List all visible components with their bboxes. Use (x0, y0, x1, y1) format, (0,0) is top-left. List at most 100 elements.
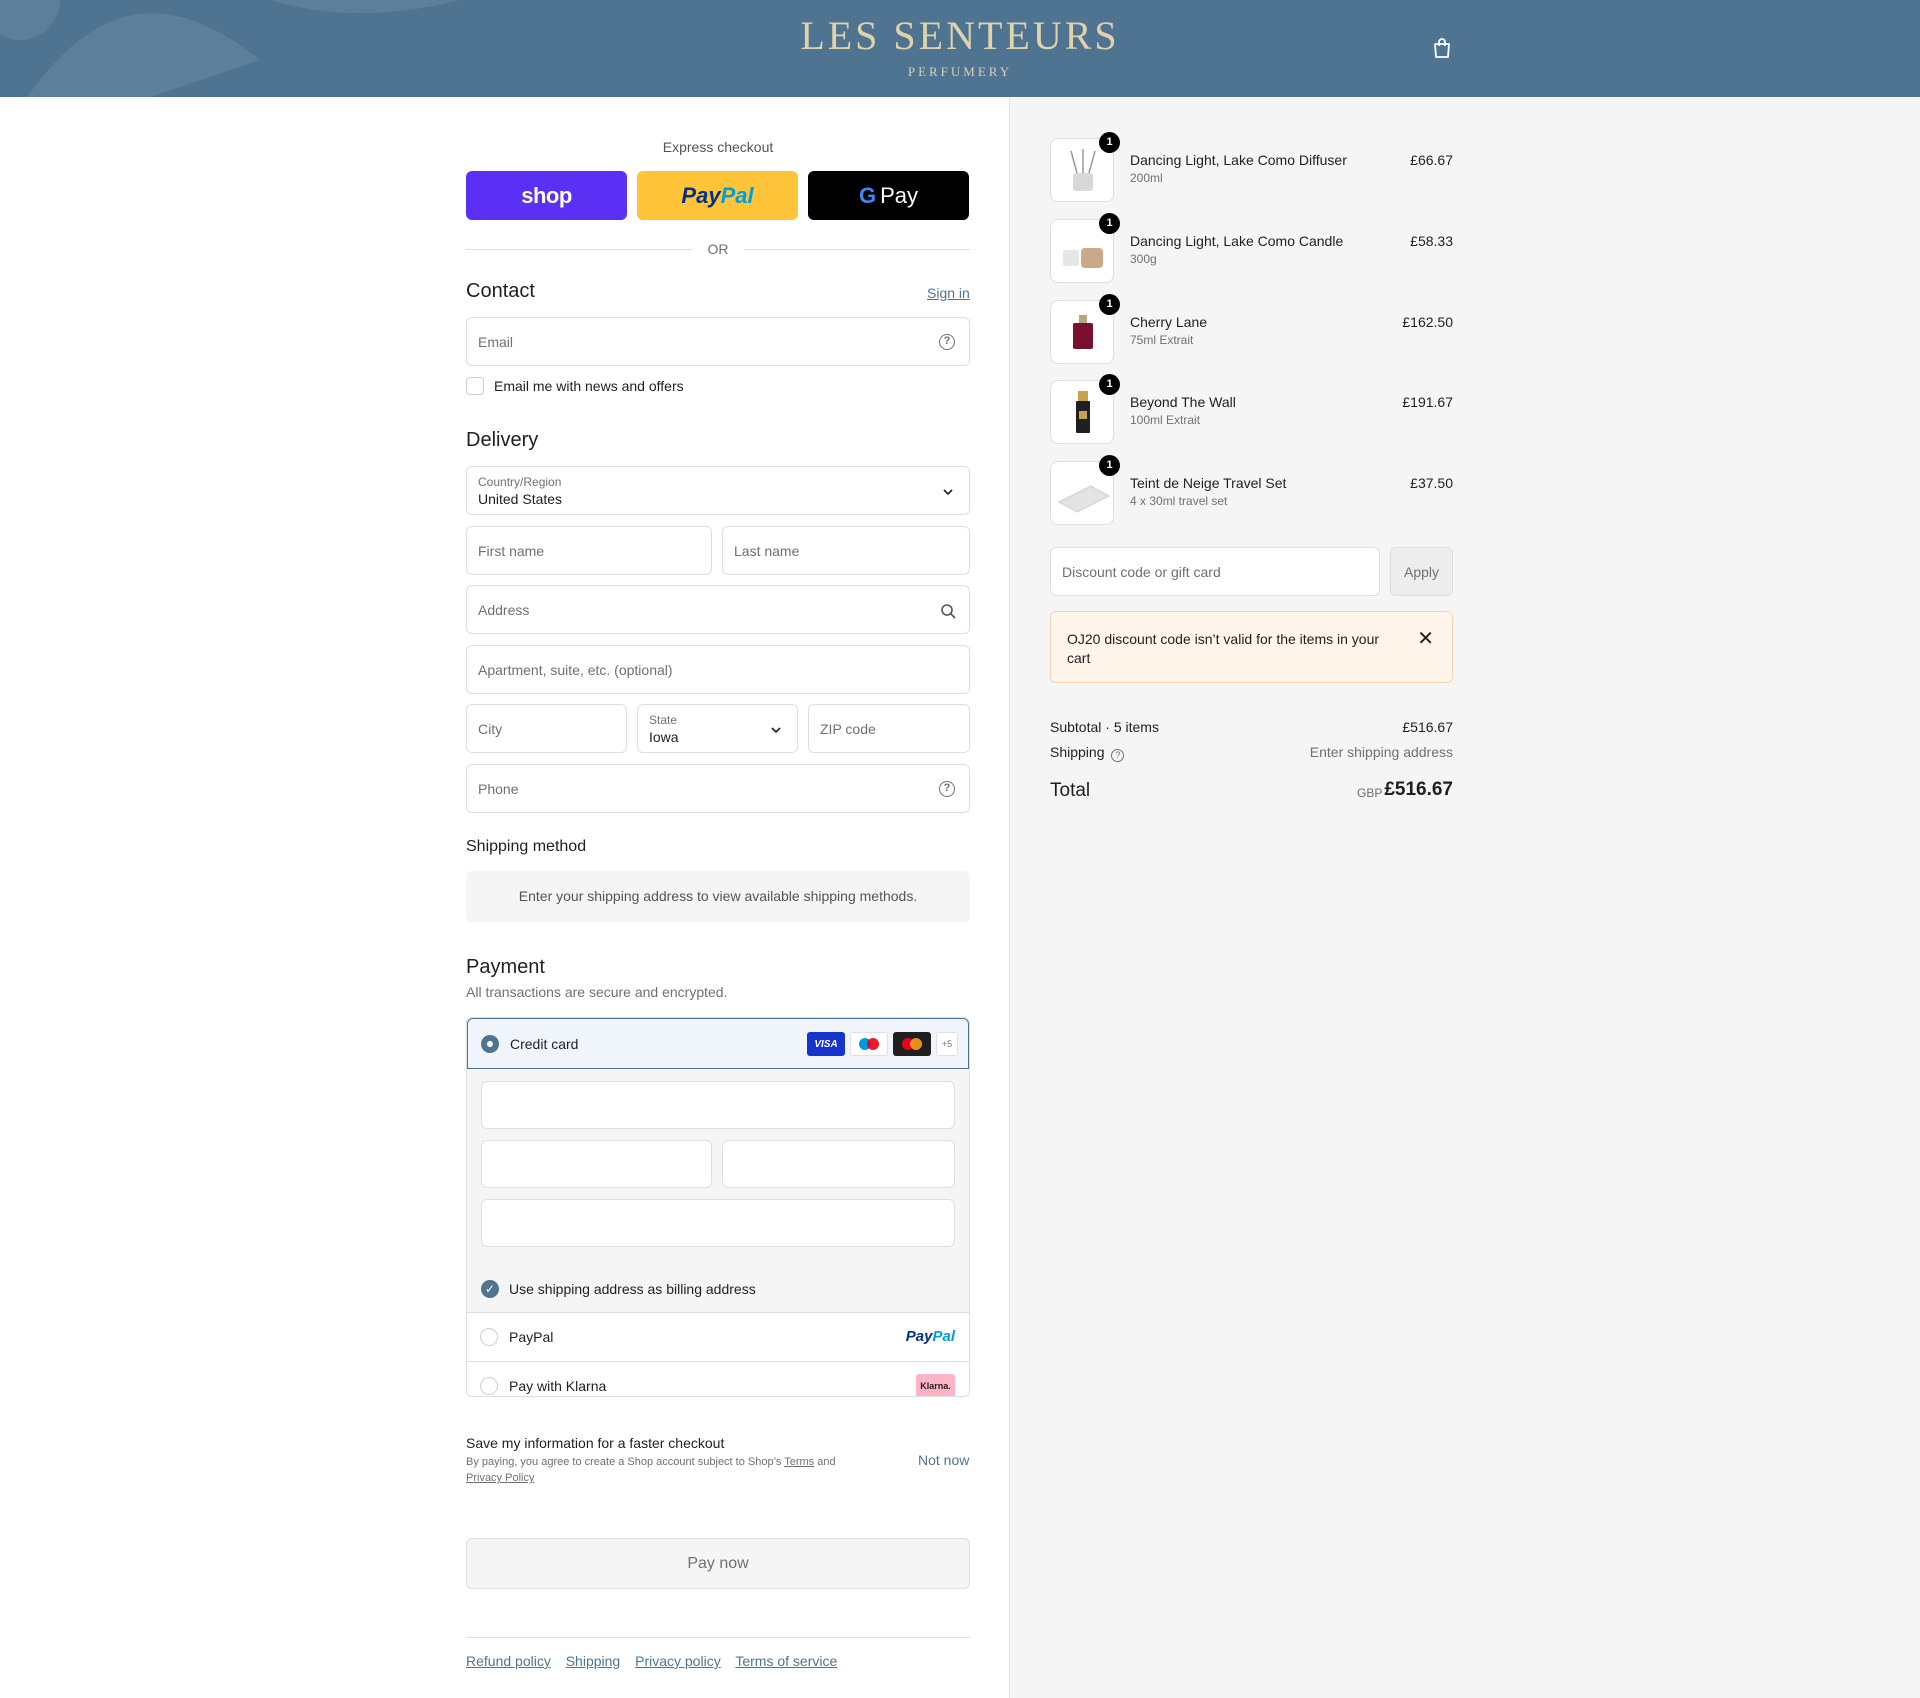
shipping-method-title: Shipping method (466, 838, 587, 855)
shop-terms-link[interactable]: Terms (784, 1456, 814, 1468)
last-name-field[interactable]: Last name (722, 526, 970, 575)
payment-title: Payment (466, 956, 545, 978)
site-header: LES SENTEURS PERFUMERY (0, 0, 1920, 97)
paypal-option[interactable]: PayPal PayPal (467, 1313, 969, 1362)
contact-title: Contact (466, 280, 535, 302)
apply-discount-button[interactable]: Apply (1390, 547, 1453, 596)
terms-of-service-link[interactable]: Terms of service (735, 1653, 837, 1669)
paypal-express-button[interactable]: Pay Pal (637, 171, 798, 220)
item-name: Dancing Light, Lake Como Diffuser (1130, 152, 1347, 168)
shop-pay-button[interactable]: shop (466, 171, 627, 220)
refund-policy-link[interactable]: Refund policy (466, 1653, 551, 1669)
last-name-placeholder: Last name (734, 543, 800, 559)
zip-placeholder: ZIP code (820, 721, 876, 737)
payment-methods: Credit card VISA +5 ✓ Use shipping addre… (466, 1017, 970, 1397)
discount-code-input[interactable]: Discount code or gift card (1050, 547, 1380, 596)
chevron-down-icon (771, 727, 781, 734)
discount-error-alert: OJ20 discount code isn’t valid for the i… (1050, 611, 1453, 683)
item-price: £66.67 (1410, 152, 1453, 168)
total-label: Total (1050, 780, 1091, 801)
news-offers-checkbox[interactable] (466, 377, 484, 395)
klarna-radio[interactable] (480, 1377, 498, 1395)
state-label: State (649, 713, 678, 727)
sign-in-link[interactable]: Sign in (927, 285, 970, 301)
shipping-value: Enter shipping address (1309, 744, 1453, 760)
billing-address-label: Use shipping address as billing address (509, 1281, 756, 1297)
shopping-bag-icon[interactable] (1430, 36, 1454, 60)
credit-card-option[interactable]: Credit card VISA +5 (467, 1018, 969, 1069)
footer-divider (466, 1637, 970, 1638)
quantity-badge: 1 (1099, 132, 1120, 153)
phone-placeholder: Phone (478, 781, 519, 797)
item-price: £191.67 (1402, 394, 1453, 410)
first-name-placeholder: First name (478, 543, 545, 559)
item-name: Beyond The Wall (1130, 394, 1236, 410)
cart-item: 1 Teint de Neige Travel Set 4 x 30ml tra… (1050, 455, 1453, 527)
shop-pay-logo: shop (521, 182, 572, 208)
country-value: United States (478, 491, 563, 507)
close-icon[interactable]: ✕ (1417, 629, 1434, 649)
payment-subtitle: All transactions are secure and encrypte… (466, 984, 728, 1000)
card-expiry-field[interactable] (481, 1140, 712, 1188)
zip-field[interactable]: ZIP code (808, 704, 970, 753)
item-variant: 75ml Extrait (1130, 333, 1194, 347)
klarna-label: Pay with Klarna (509, 1378, 607, 1394)
first-name-field[interactable]: First name (466, 526, 712, 575)
more-cards-badge: +5 (936, 1032, 958, 1056)
shipping-label: Shipping (1050, 744, 1105, 760)
delivery-title: Delivery (466, 429, 539, 451)
paypal-logo-pay: Pay (681, 182, 721, 208)
search-icon (941, 604, 956, 619)
subtotal-value: £516.67 (1402, 719, 1453, 735)
product-thumbnail: 1 (1050, 455, 1120, 525)
city-placeholder: City (478, 721, 503, 737)
alert-message: OJ20 discount code isn’t valid for the i… (1067, 631, 1380, 666)
privacy-policy-link[interactable]: Privacy Policy (466, 1472, 534, 1484)
news-offers-label: Email me with news and offers (494, 378, 684, 394)
brand-logo-subtitle: PERFUMERY (907, 64, 1013, 79)
chevron-down-icon (943, 489, 953, 496)
shipping-link[interactable]: Shipping (566, 1653, 621, 1669)
help-icon[interactable]: ? (1111, 749, 1125, 762)
total-currency: GBP (1357, 786, 1383, 800)
apartment-field[interactable]: Apartment, suite, etc. (optional) (466, 645, 970, 694)
cart-item: 1 Beyond The Wall 100ml Extrait £191.67 (1050, 374, 1453, 446)
card-number-field[interactable] (481, 1081, 955, 1129)
item-name: Cherry Lane (1130, 314, 1208, 330)
quantity-badge: 1 (1099, 213, 1120, 234)
billing-address-checkbox[interactable]: ✓ (481, 1280, 499, 1298)
not-now-button[interactable]: Not now (918, 1452, 969, 1468)
city-field[interactable]: City (466, 704, 627, 753)
country-select[interactable]: Country/Region United States (466, 466, 970, 515)
email-field[interactable]: Email ? (466, 317, 970, 366)
item-name: Teint de Neige Travel Set (1130, 475, 1287, 491)
product-thumbnail: 1 (1050, 132, 1120, 202)
help-icon[interactable]: ? (939, 781, 957, 799)
apartment-placeholder: Apartment, suite, etc. (optional) (478, 662, 673, 678)
subtotal-row: Subtotal · 5 items £516.67 (1050, 719, 1453, 735)
address-field[interactable]: Address (466, 585, 970, 634)
help-icon[interactable]: ? (939, 334, 957, 352)
card-name-field[interactable] (481, 1199, 955, 1247)
item-variant: 200ml (1130, 171, 1163, 185)
product-thumbnail: 1 (1050, 213, 1120, 283)
email-placeholder: Email (478, 334, 514, 350)
save-info-fine-print: By paying, you agree to create a Shop ac… (466, 1456, 836, 1484)
card-security-code-field[interactable] (722, 1140, 955, 1188)
google-pay-button[interactable]: G Pay (808, 171, 969, 220)
state-select[interactable]: State Iowa (637, 704, 798, 753)
privacy-policy-footer-link[interactable]: Privacy policy (635, 1653, 721, 1669)
express-checkout-label: Express checkout (662, 139, 774, 155)
brand-logo-name[interactable]: LES SENTEURS (760, 12, 1160, 59)
item-price: £58.33 (1410, 233, 1453, 249)
product-thumbnail: 1 (1050, 374, 1120, 444)
subtotal-label: Subtotal · 5 items (1050, 719, 1159, 735)
phone-field[interactable]: Phone ? (466, 764, 970, 813)
credit-card-radio[interactable] (481, 1035, 499, 1053)
country-label: Country/Region (478, 475, 562, 489)
paypal-radio[interactable] (480, 1328, 498, 1346)
klarna-option[interactable]: Pay with Klarna Klarna. (467, 1362, 969, 1396)
state-value: Iowa (649, 729, 679, 745)
pay-now-button[interactable]: Pay now (466, 1538, 970, 1589)
save-info-title: Save my information for a faster checkou… (466, 1435, 725, 1451)
